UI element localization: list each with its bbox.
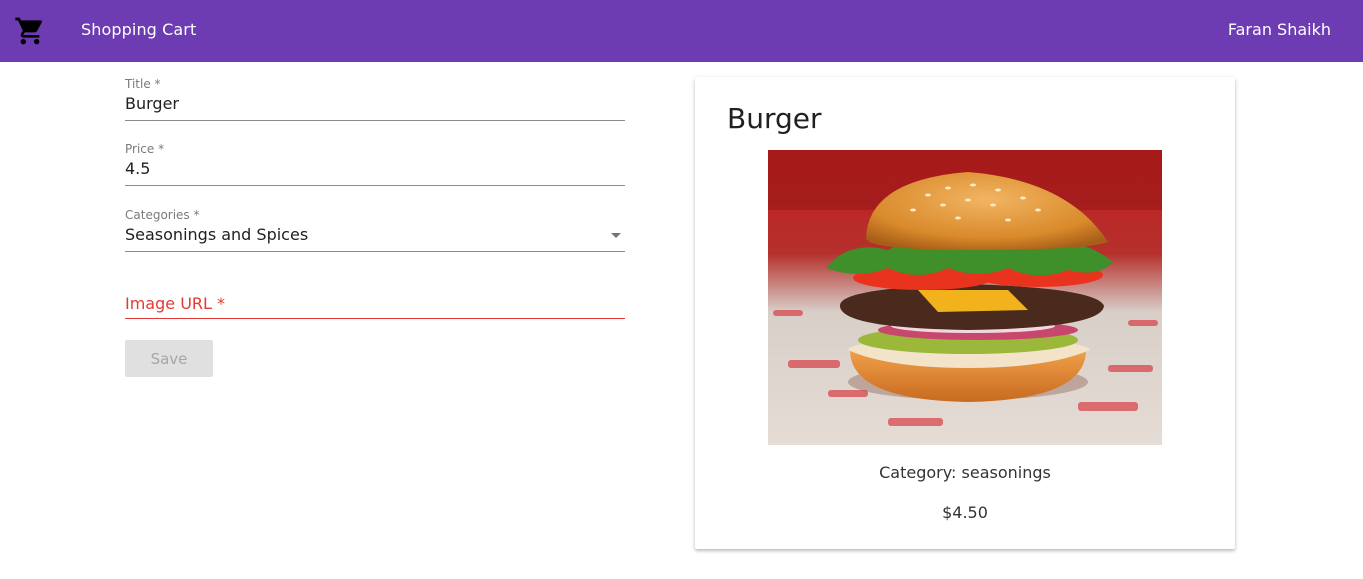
- preview-title: Burger: [727, 102, 822, 135]
- title-field[interactable]: Title * Burger: [125, 77, 625, 121]
- categories-underline: [125, 251, 625, 252]
- image-url-underline: [125, 318, 625, 319]
- dropdown-arrow-icon: [611, 232, 621, 238]
- product-preview-card: Burger Category: seasonings $4.50: [695, 77, 1235, 549]
- burger-photo-icon: [768, 150, 1162, 445]
- save-button[interactable]: Save: [125, 340, 213, 377]
- burger-image: [768, 150, 1162, 445]
- categories-selected-value: Seasonings and Spices: [125, 225, 309, 244]
- shopping-cart-button[interactable]: [10, 11, 50, 51]
- image-url-field[interactable]: Image URL *: [125, 293, 625, 319]
- preview-price: $4.50: [942, 503, 988, 522]
- image-url-input[interactable]: Image URL *: [125, 293, 625, 315]
- price-underline: [125, 185, 625, 186]
- categories-label: Categories *: [125, 208, 200, 222]
- title-underline: [125, 120, 625, 121]
- app-toolbar: Shopping Cart Faran Shaikh: [0, 0, 1363, 62]
- price-field[interactable]: Price * 4.5: [125, 142, 625, 186]
- shopping-cart-icon: [15, 17, 43, 45]
- categories-select[interactable]: Seasonings and Spices: [125, 224, 625, 246]
- app-brand[interactable]: Shopping Cart: [81, 19, 196, 41]
- preview-category: Category: seasonings: [879, 463, 1051, 482]
- title-label: Title *: [125, 77, 161, 91]
- categories-field[interactable]: Categories * Seasonings and Spices: [125, 208, 625, 252]
- title-input[interactable]: Burger: [125, 93, 625, 115]
- price-input[interactable]: 4.5: [125, 158, 625, 180]
- price-label: Price *: [125, 142, 165, 156]
- user-name[interactable]: Faran Shaikh: [1228, 19, 1331, 41]
